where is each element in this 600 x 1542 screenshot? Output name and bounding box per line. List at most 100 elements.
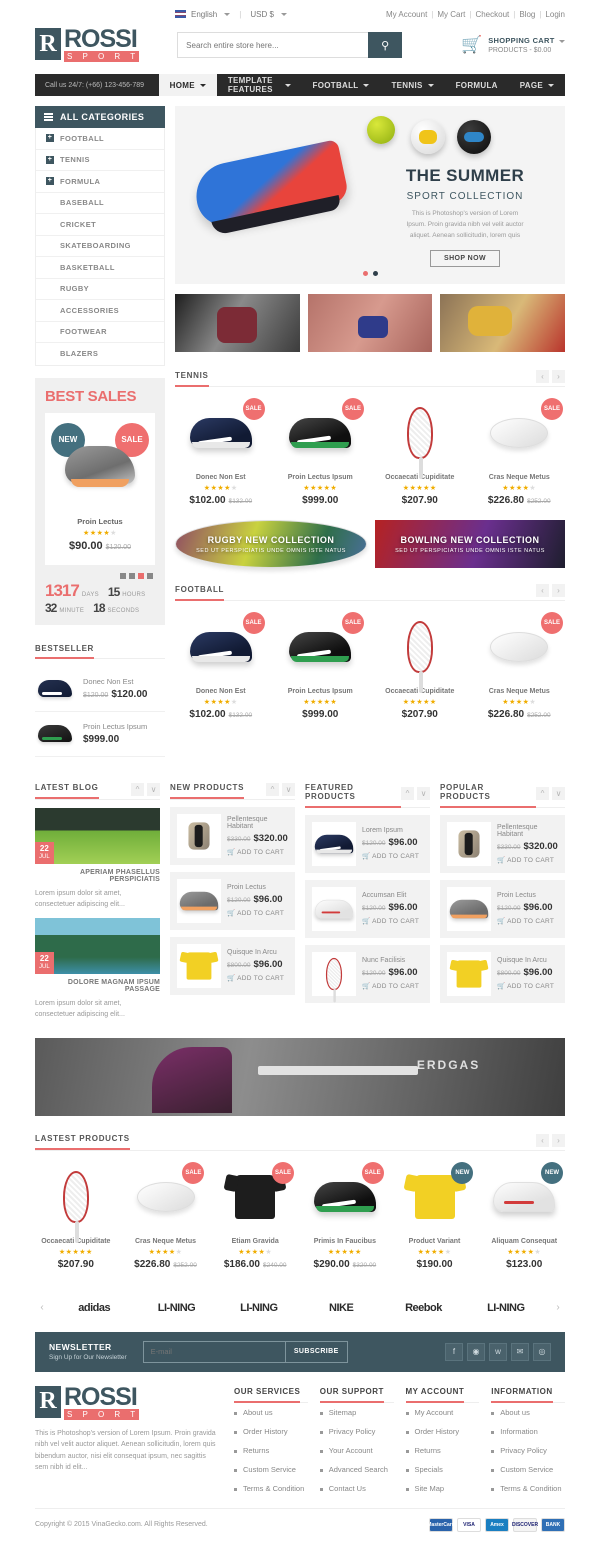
expand-icon[interactable]: + <box>46 134 54 143</box>
mini-banner-running[interactable] <box>307 294 433 352</box>
footer-link[interactable]: Site Map <box>405 1479 480 1498</box>
category-item-formula[interactable]: + FORMULA <box>36 171 164 193</box>
dot[interactable] <box>120 572 126 579</box>
up-arrow-icon[interactable]: ^ <box>266 782 279 796</box>
blog-post[interactable]: 22 JUL APERIAM PHASELLUS PERSPICIATIS Lo… <box>35 807 160 910</box>
footer-link[interactable]: Information <box>491 1422 565 1441</box>
expand-icon[interactable]: + <box>46 177 54 186</box>
footer-link[interactable]: Privacy Policy <box>319 1422 394 1441</box>
category-item-footwear[interactable]: FOOTWEAR <box>36 322 164 343</box>
rss-icon[interactable]: ◉ <box>467 1342 485 1361</box>
collection-banner-bowling[interactable]: BOWLING NEW COLLECTION SED UT PERSPICIAT… <box>375 520 565 568</box>
next-arrow-icon[interactable]: › <box>552 370 565 383</box>
carousel-dots[interactable] <box>47 572 153 579</box>
mini-product-card[interactable]: Accumsan Elit $120.00 $96.00 🛒 ADD TO CAR… <box>305 879 430 938</box>
footer-link[interactable]: Returns <box>234 1441 308 1460</box>
product-card[interactable]: SALE Cras Neque Metus ★★★★★ $226.80 $252.… <box>474 398 566 506</box>
product-card[interactable]: SALE Primis In Faucibus ★★★★★ $290.00 $32… <box>304 1161 386 1270</box>
search-button[interactable]: ⚲ <box>368 32 403 58</box>
footer-link[interactable]: Custom Service <box>491 1460 565 1479</box>
collection-banner-rugby[interactable]: RUGBY NEW COLLECTION SED UT PERSPICIATIS… <box>175 520 367 568</box>
next-arrow-icon[interactable]: › <box>551 1302 565 1313</box>
footer-link[interactable]: Order History <box>234 1422 308 1441</box>
footer-link[interactable]: Sitemap <box>319 1403 394 1422</box>
bestseller-item[interactable]: Proin Lectus Ipsum $999.00 <box>35 712 165 757</box>
shop-now-button[interactable]: SHOP NOW <box>430 250 500 267</box>
product-card[interactable]: SALE Donec Non Est ★★★★★ $102.00 $132.00 <box>175 612 267 720</box>
top-link-my-cart[interactable]: My Cart <box>437 10 465 19</box>
chevron-down-icon[interactable] <box>280 12 287 16</box>
top-link-login[interactable]: Login <box>545 10 565 19</box>
product-card[interactable]: SALE Etiam Gravida ★★★★★ $186.00 $240.00 <box>214 1161 296 1270</box>
footer-link[interactable]: Custom Service <box>234 1460 308 1479</box>
nav-item-football[interactable]: FOOTBALL <box>302 74 381 96</box>
product-card[interactable]: Occaecati Cupiditate ★★★★★ $207.90 <box>35 1162 117 1270</box>
mini-product-card[interactable]: Lorem Ipsum $120.00 $96.00 🛒 ADD TO CART <box>305 814 430 873</box>
nav-item-formula[interactable]: FORMULA <box>445 74 509 96</box>
blog-title[interactable]: DOLORE MAGNAM IPSUM PASSAGE <box>35 979 160 993</box>
footer-link[interactable]: Terms & Condition <box>234 1479 308 1498</box>
hero-dot-active[interactable] <box>362 271 368 276</box>
dribbble-icon[interactable]: ◎ <box>533 1342 551 1361</box>
mini-product-card[interactable]: Proin Lectus $120.00 $96.00 🛒 ADD TO CART <box>170 871 295 930</box>
footer-link[interactable]: Your Account <box>319 1441 394 1460</box>
brand-logo[interactable]: adidas <box>53 1302 135 1314</box>
add-to-cart-button[interactable]: 🛒 ADD TO CART <box>227 909 284 917</box>
top-link-checkout[interactable]: Checkout <box>475 10 509 19</box>
category-item-cricket[interactable]: CRICKET <box>36 214 164 236</box>
brand-logo[interactable]: LI-NING <box>218 1302 300 1314</box>
up-arrow-icon[interactable]: ^ <box>401 786 414 800</box>
prev-arrow-icon[interactable]: ‹ <box>536 1133 549 1147</box>
category-item-skateboarding[interactable]: SKATEBOARDING <box>36 236 164 257</box>
brand-logo[interactable]: NIKE <box>300 1302 382 1314</box>
product-card[interactable]: Occaecati Cupiditate ★★★★★ $207.90 <box>374 612 466 720</box>
down-arrow-icon[interactable]: ∨ <box>417 786 430 800</box>
mini-banner-motocross[interactable] <box>440 294 566 352</box>
nav-item-page[interactable]: PAGE <box>509 74 565 96</box>
product-card[interactable]: SALE Proin Lectus Ipsum ★★★★★ $999.00 <box>275 612 367 720</box>
currency-selector[interactable]: USD $ <box>250 10 274 19</box>
up-arrow-icon[interactable]: ^ <box>131 782 144 796</box>
add-to-cart-button[interactable]: 🛒 ADD TO CART <box>497 917 554 925</box>
category-item-blazers[interactable]: BLAZERS <box>36 343 164 365</box>
product-card[interactable]: NEW Product Variant ★★★★★ $190.00 <box>394 1161 476 1270</box>
dot[interactable] <box>147 572 153 579</box>
nav-item-template-features[interactable]: TEMPLATE FEATURES <box>217 74 302 96</box>
nav-item-home[interactable]: HOME <box>158 74 217 96</box>
category-item-accessories[interactable]: ACCESSORIES <box>36 300 164 322</box>
blog-post[interactable]: 22 JUL DOLORE MAGNAM IPSUM PASSAGE Lorem… <box>35 917 160 1020</box>
prev-arrow-icon[interactable]: ‹ <box>536 370 549 383</box>
category-item-football[interactable]: + FOOTBALL <box>36 128 164 150</box>
brand-logo[interactable]: LI-NING <box>465 1302 547 1314</box>
next-arrow-icon[interactable]: › <box>552 1133 565 1147</box>
prev-arrow-icon[interactable]: ‹ <box>35 1302 49 1313</box>
cart-widget[interactable]: 🛒 SHOPPING CART PRODUCTS - $0.00 <box>461 35 565 55</box>
mini-product-card[interactable]: Nunc Facilisis $120.00 $96.00 🛒 ADD TO CA… <box>305 944 430 1003</box>
language-selector[interactable]: English <box>191 10 217 19</box>
newsletter-email-input[interactable] <box>143 1341 285 1362</box>
hero-dots[interactable] <box>175 271 565 276</box>
facebook-icon[interactable]: f <box>445 1342 463 1361</box>
product-card[interactable]: NEW Aliquam Consequat ★★★★★ $123.00 <box>483 1161 565 1270</box>
top-link-my-account[interactable]: My Account <box>386 10 427 19</box>
product-card[interactable]: Occaecati Cupiditate ★★★★★ $207.90 <box>374 398 466 506</box>
search-input[interactable] <box>177 32 369 58</box>
prev-arrow-icon[interactable]: ‹ <box>536 584 549 597</box>
category-item-baseball[interactable]: BASEBALL <box>36 193 164 214</box>
chevron-down-icon[interactable] <box>559 39 565 43</box>
next-arrow-icon[interactable]: › <box>552 584 565 597</box>
blog-title[interactable]: APERIAM PHASELLUS PERSPICIATIS <box>35 869 160 883</box>
add-to-cart-button[interactable]: 🛒 ADD TO CART <box>362 852 419 860</box>
category-item-tennis[interactable]: + TENNIS <box>36 150 164 171</box>
hero-slider[interactable]: THE SUMMER SPORT COLLECTION This is Phot… <box>175 106 565 284</box>
footer-link[interactable]: My Account <box>405 1403 480 1422</box>
chevron-down-icon[interactable] <box>224 12 231 16</box>
dot[interactable] <box>129 572 135 579</box>
up-arrow-icon[interactable]: ^ <box>536 786 549 800</box>
skype-icon[interactable]: ✉ <box>511 1342 529 1361</box>
footer-link[interactable]: Returns <box>405 1441 480 1460</box>
categories-header[interactable]: ALL CATEGORIES <box>35 106 165 128</box>
brand-logo[interactable]: Reebok <box>382 1302 464 1314</box>
footer-link[interactable]: Specials <box>405 1460 480 1479</box>
footer-link[interactable]: Privacy Policy <box>491 1441 565 1460</box>
